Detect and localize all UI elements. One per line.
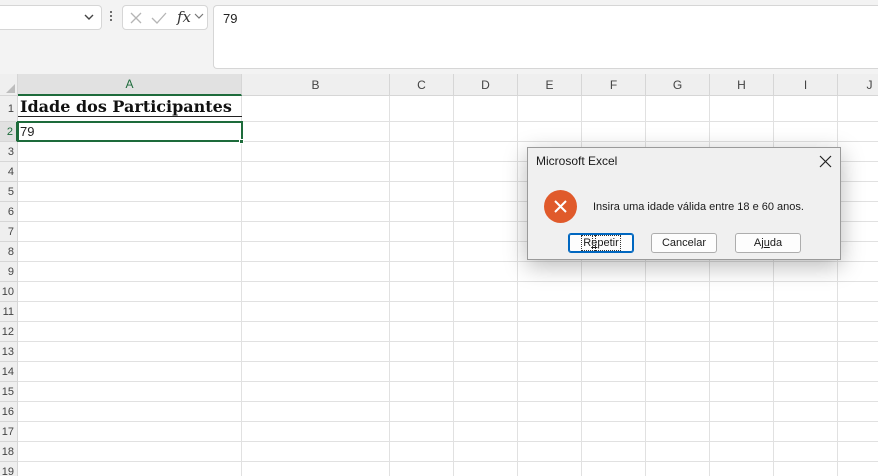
active-cell-border <box>17 121 243 142</box>
column-header-g[interactable]: G <box>646 74 710 96</box>
row-header-2[interactable]: 2 <box>0 122 18 142</box>
gridline <box>18 341 878 342</box>
gridline <box>18 421 878 422</box>
formula-value: 79 <box>223 11 238 26</box>
gridline <box>453 96 454 476</box>
column-header-b[interactable]: B <box>242 74 390 96</box>
close-icon[interactable] <box>819 155 832 168</box>
gridline <box>18 301 878 302</box>
column-header-a[interactable]: A <box>18 74 242 96</box>
row-header-8[interactable]: 8 <box>0 242 18 262</box>
dialog-title: Microsoft Excel <box>536 154 618 168</box>
row-header-16[interactable]: 16 <box>0 402 18 422</box>
fill-handle[interactable] <box>239 139 244 144</box>
row-header-17[interactable]: 17 <box>0 422 18 442</box>
gridline <box>18 281 878 282</box>
retry-button[interactable]: Repetir <box>568 233 634 253</box>
row-header-14[interactable]: 14 <box>0 362 18 382</box>
insert-function-icon[interactable]: fx <box>177 8 191 26</box>
chevron-down-icon[interactable] <box>194 11 204 21</box>
row-header-11[interactable]: 11 <box>0 302 18 322</box>
formula-input[interactable]: 79 <box>213 5 878 69</box>
gridline <box>241 96 242 476</box>
column-header-e[interactable]: E <box>518 74 582 96</box>
row-header-13[interactable]: 13 <box>0 342 18 362</box>
row-header-18[interactable]: 18 <box>0 442 18 462</box>
column-header-h[interactable]: H <box>710 74 774 96</box>
row-header-10[interactable]: 10 <box>0 282 18 302</box>
error-dialog: Microsoft Excel Insira uma idade válida … <box>527 147 841 260</box>
formula-bar: fx 79 <box>0 0 878 74</box>
gridline <box>18 321 878 322</box>
formula-controls: fx <box>122 5 208 30</box>
row-header-12[interactable]: 12 <box>0 322 18 342</box>
chevron-down-icon[interactable] <box>83 11 95 23</box>
column-header-j[interactable]: J <box>838 74 878 96</box>
row-header-1[interactable]: 1 <box>0 96 18 122</box>
enter-check-icon[interactable] <box>151 11 167 25</box>
column-header-i[interactable]: I <box>774 74 838 96</box>
gridline <box>18 441 878 442</box>
gridline <box>517 96 518 476</box>
cell-a1[interactable]: Idade dos Participantes <box>18 96 242 117</box>
column-header-c[interactable]: C <box>390 74 454 96</box>
row-header-7[interactable]: 7 <box>0 222 18 242</box>
gridline <box>389 96 390 476</box>
more-options-icon[interactable] <box>106 9 116 25</box>
gridline <box>18 381 878 382</box>
name-box[interactable] <box>0 5 102 30</box>
spreadsheet-grid: A B C D E F G H I J 1 2 3 4 5 6 7 8 9 10… <box>0 74 878 476</box>
error-icon <box>544 190 577 223</box>
row-header-9[interactable]: 9 <box>0 262 18 282</box>
help-button[interactable]: Ajuda <box>735 233 801 253</box>
cancel-button[interactable]: Cancelar <box>651 233 717 253</box>
row-header-3[interactable]: 3 <box>0 142 18 162</box>
row-header-6[interactable]: 6 <box>0 202 18 222</box>
gridline <box>18 401 878 402</box>
row-header-5[interactable]: 5 <box>0 182 18 202</box>
column-header-f[interactable]: F <box>582 74 646 96</box>
gridline <box>18 461 878 462</box>
column-header-d[interactable]: D <box>454 74 518 96</box>
dialog-message: Insira uma idade válida entre 18 e 60 an… <box>593 201 804 213</box>
gridline <box>18 361 878 362</box>
row-header-4[interactable]: 4 <box>0 162 18 182</box>
select-all-button[interactable] <box>0 74 18 96</box>
gridline <box>18 261 878 262</box>
row-header-15[interactable]: 15 <box>0 382 18 402</box>
cancel-x-icon[interactable] <box>129 11 143 25</box>
row-header-19[interactable]: 19 <box>0 462 18 476</box>
